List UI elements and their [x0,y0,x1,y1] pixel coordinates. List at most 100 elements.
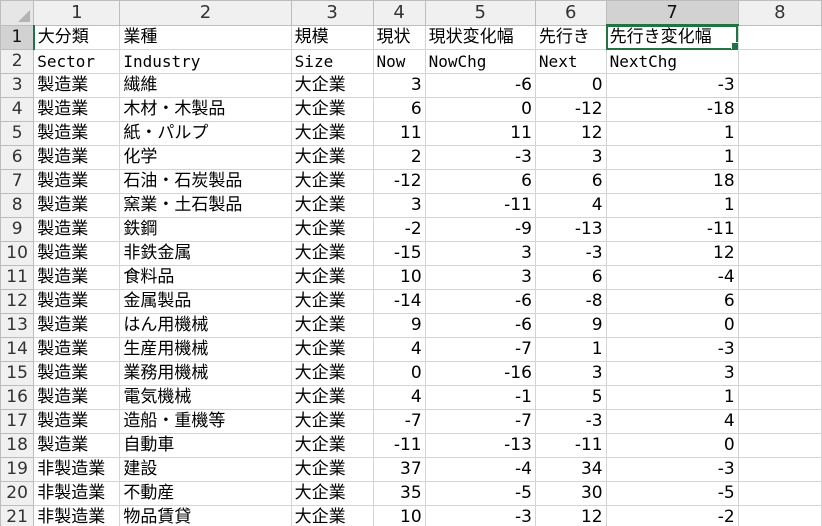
cell[interactable]: 35 [372,481,426,506]
cell[interactable]: 2 [372,145,426,170]
cell[interactable]: 大企業 [290,193,374,218]
cell[interactable]: 製造業 [33,337,121,362]
cell[interactable]: Next [534,49,607,74]
cell[interactable]: 非製造業 [33,457,121,482]
cell[interactable]: -7 [424,409,536,434]
cell[interactable] [737,265,822,290]
cell[interactable]: 30 [534,481,607,506]
cell[interactable]: -11 [605,217,739,242]
cell[interactable]: 18 [605,169,739,194]
cell[interactable]: 大企業 [290,337,374,362]
row-header-6[interactable]: 6 [0,145,35,170]
cell[interactable]: -12 [372,169,426,194]
cell[interactable]: 6 [534,169,607,194]
cell[interactable]: 紙・パルプ [119,121,292,146]
cell[interactable]: Size [290,49,374,74]
cell[interactable]: -3 [424,145,536,170]
select-all-corner[interactable] [0,0,35,26]
cell[interactable]: 大企業 [290,265,374,290]
spreadsheet-grid[interactable]: 1 2 3 4 5 6 7 8 1 大分類 業種 規模 現状 現状変化幅 先行き 先行き変化幅 2 Sector I… [0,0,822,526]
column-header-6[interactable]: 6 [534,0,607,26]
row-header-7[interactable]: 7 [0,169,35,194]
cell[interactable]: 10 [372,505,426,526]
row-header-12[interactable]: 12 [0,289,35,314]
cell[interactable]: -6 [424,313,536,338]
cell[interactable]: 0 [605,313,739,338]
cell[interactable]: 0 [534,73,607,98]
row-header-1[interactable]: 1 [0,24,35,50]
cell[interactable] [737,217,822,242]
cell[interactable]: 製造業 [33,121,121,146]
cell[interactable]: 非製造業 [33,505,121,526]
cell[interactable]: 10 [372,265,426,290]
cell[interactable] [737,433,822,458]
cell[interactable]: -7 [424,337,536,362]
cell[interactable]: 1 [534,337,607,362]
column-header-8[interactable]: 8 [737,0,822,26]
cell[interactable]: -9 [424,217,536,242]
cell[interactable] [737,313,822,338]
cell[interactable]: 12 [534,121,607,146]
cell[interactable]: -18 [605,97,739,122]
cell[interactable]: 不動産 [119,481,292,506]
cell[interactable]: -11 [424,193,536,218]
cell[interactable] [737,289,822,314]
cell[interactable]: 3 [424,241,536,266]
column-header-7[interactable]: 7 [605,0,739,26]
cell[interactable]: 大企業 [290,457,374,482]
cell[interactable]: 製造業 [33,433,121,458]
cell[interactable]: -3 [534,409,607,434]
cell[interactable]: 5 [534,385,607,410]
cell[interactable]: 製造業 [33,241,121,266]
cell[interactable]: 製造業 [33,217,121,242]
cell[interactable]: 製造業 [33,409,121,434]
cell[interactable] [737,24,822,50]
cell[interactable]: 製造業 [33,289,121,314]
cell[interactable]: 34 [534,457,607,482]
cell[interactable]: -3 [605,457,739,482]
column-header-1[interactable]: 1 [33,0,121,26]
row-header-18[interactable]: 18 [0,433,35,458]
cell[interactable]: -14 [372,289,426,314]
row-header-2[interactable]: 2 [0,49,35,74]
cell[interactable]: -8 [534,289,607,314]
row-header-10[interactable]: 10 [0,241,35,266]
cell[interactable]: 現状変化幅 [424,24,536,50]
row-header-3[interactable]: 3 [0,73,35,98]
cell[interactable]: 鉄鋼 [119,217,292,242]
cell[interactable]: 大企業 [290,409,374,434]
cell[interactable]: Industry [119,49,292,74]
cell[interactable]: -3 [605,337,739,362]
cell[interactable]: 3 [372,193,426,218]
cell[interactable]: 37 [372,457,426,482]
row-header-4[interactable]: 4 [0,97,35,122]
cell[interactable] [737,361,822,386]
row-header-11[interactable]: 11 [0,265,35,290]
cell[interactable]: -1 [424,385,536,410]
cell[interactable]: 製造業 [33,193,121,218]
row-header-16[interactable]: 16 [0,385,35,410]
cell[interactable]: -2 [605,505,739,526]
cell[interactable]: -5 [424,481,536,506]
cell[interactable]: 製造業 [33,385,121,410]
cell[interactable] [737,73,822,98]
cell[interactable]: 12 [534,505,607,526]
column-header-3[interactable]: 3 [290,0,374,26]
cell[interactable]: -15 [372,241,426,266]
cell[interactable]: 大企業 [290,241,374,266]
cell[interactable]: 大企業 [290,385,374,410]
cell[interactable]: 製造業 [33,73,121,98]
cell[interactable] [737,193,822,218]
cell[interactable] [737,385,822,410]
cell[interactable]: 電気機械 [119,385,292,410]
cell[interactable]: 業種 [119,24,292,50]
cell[interactable]: -16 [424,361,536,386]
cell[interactable]: -13 [424,433,536,458]
cell[interactable] [737,97,822,122]
cell[interactable]: 大企業 [290,97,374,122]
cell[interactable]: -13 [534,217,607,242]
cell[interactable]: 建設 [119,457,292,482]
cell[interactable]: 大分類 [33,24,121,50]
column-header-2[interactable]: 2 [119,0,292,26]
cell[interactable]: -5 [605,481,739,506]
